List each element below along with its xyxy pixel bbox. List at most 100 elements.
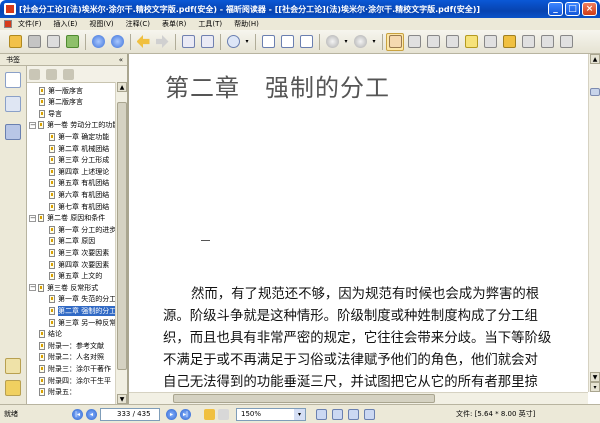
highlight-button[interactable]	[481, 33, 499, 51]
first-page-nav-button[interactable]: |◂	[72, 409, 83, 420]
zoom-field[interactable]: 150% ▾	[236, 408, 306, 421]
bookmark-item[interactable]: 第三章 次要因素	[49, 247, 109, 258]
first-page-button[interactable]	[89, 33, 107, 51]
bookmark-item[interactable]: − 第一卷 劳动分工的功能	[29, 120, 115, 131]
bookmark-item[interactable]: 附录四：涂尔干生平	[39, 375, 111, 386]
bookmark-item[interactable]: 第四章 上述理论	[49, 166, 109, 177]
bookmark-item[interactable]: 第二章 强制的分工	[49, 305, 115, 316]
continuous-facing-icon[interactable]	[364, 409, 375, 420]
print-button[interactable]	[44, 33, 62, 51]
bookmark-scrollbar[interactable]: ▲ ▼	[115, 82, 127, 404]
menu-form[interactable]: 表单(R)	[156, 19, 192, 29]
new-bookmark-icon[interactable]	[63, 68, 74, 80]
zoom-out-dropdown[interactable]: ▾	[342, 33, 350, 51]
bookmark-item[interactable]: − 第三卷 反常形式	[29, 282, 98, 293]
attachments-tab[interactable]	[5, 358, 21, 374]
collapse-toggle-icon[interactable]: −	[29, 121, 36, 129]
attach-button[interactable]	[538, 33, 556, 51]
next-page-nav-button[interactable]: ▸	[166, 409, 177, 420]
expand-all-icon[interactable]	[29, 68, 40, 80]
typewriter-button[interactable]	[443, 33, 461, 51]
bookmark-item[interactable]: 第二版序言	[39, 97, 83, 108]
bookmark-item[interactable]: − 第二卷 原因和条件	[29, 213, 105, 224]
image-button[interactable]	[557, 33, 575, 51]
prev-page-nav-button[interactable]: ◂	[86, 409, 97, 420]
bookmark-item[interactable]: 附录三：涂尔干著作	[39, 363, 111, 374]
fit-page-button[interactable]	[278, 33, 296, 51]
snapshot-button[interactable]	[424, 33, 442, 51]
single-page-button[interactable]	[259, 33, 277, 51]
pencil-button[interactable]	[500, 33, 518, 51]
horizontal-scrollbar[interactable]	[129, 392, 588, 404]
zoom-out-button[interactable]	[323, 33, 341, 51]
back-view-icon[interactable]	[204, 409, 215, 420]
continuous-view-icon[interactable]	[332, 409, 343, 420]
forward-button[interactable]	[153, 33, 171, 51]
bookmark-item[interactable]: 第一章 失范的分工	[49, 294, 115, 305]
last-page-nav-button[interactable]: ▸|	[180, 409, 191, 420]
pages-button[interactable]	[179, 33, 197, 51]
vertical-scrollbar[interactable]: ▲ ▼ ▾	[588, 54, 600, 392]
menu-view[interactable]: 视图(V)	[83, 19, 119, 29]
bookmark-item[interactable]: 第五章 有机团结	[49, 178, 109, 189]
minimize-button[interactable]: _	[548, 2, 563, 16]
bookmark-item[interactable]: 导言	[39, 108, 62, 119]
bookmark-item[interactable]: 第二章 机械团结	[49, 143, 109, 154]
note-button[interactable]	[462, 33, 480, 51]
bookmark-item[interactable]: 结论	[39, 329, 62, 340]
delete-bookmark-icon[interactable]	[46, 68, 57, 80]
pages-tab[interactable]	[5, 96, 21, 112]
bookmark-scroll-thumb[interactable]	[117, 102, 127, 370]
hand-tool-button[interactable]	[386, 32, 404, 51]
bookmark-item[interactable]: 第一章 分工的进步	[49, 224, 115, 235]
bookmark-item[interactable]: 第一章 确定功能	[49, 131, 109, 142]
document-view[interactable]: 第二章 强制的分工 然而，有了规范还不够，因为规范有时候也会成为弊害的根 源。阶…	[127, 54, 588, 404]
collapse-toggle-icon[interactable]: −	[29, 284, 36, 292]
maximize-button[interactable]: □	[565, 2, 580, 16]
bookmark-item[interactable]: 第六章 有机团结	[49, 189, 109, 200]
save-button[interactable]	[25, 33, 43, 51]
close-button[interactable]: ×	[582, 2, 597, 16]
select-text-button[interactable]	[405, 33, 423, 51]
back-button[interactable]	[134, 33, 152, 51]
bookmark-item[interactable]: 第七章 有机团结	[49, 201, 109, 212]
open-button[interactable]	[6, 33, 24, 51]
email-button[interactable]	[63, 33, 81, 51]
menu-help[interactable]: 帮助(H)	[228, 19, 265, 29]
rotate-button[interactable]	[198, 33, 216, 51]
fit-width-button[interactable]	[297, 33, 315, 51]
page-number-field[interactable]: 333 / 435	[100, 408, 160, 421]
zoom-in-button[interactable]	[351, 33, 369, 51]
bookmark-item[interactable]: 附录一：参考文献	[39, 340, 104, 351]
zoom-button[interactable]	[224, 33, 242, 51]
next-page-button[interactable]	[108, 33, 126, 51]
bookmarks-tab[interactable]	[5, 72, 21, 88]
bookmark-item[interactable]: 第二章 原因	[49, 236, 95, 247]
menu-insert[interactable]: 插入(E)	[48, 19, 84, 29]
bookmark-item[interactable]: 第三章 另一种反常	[49, 317, 115, 328]
zoom-dropdown[interactable]: ▾	[243, 33, 251, 51]
zoom-dropdown-arrow[interactable]: ▾	[294, 409, 305, 420]
bookmark-item[interactable]: 第三章 分工形成	[49, 155, 109, 166]
menu-comment[interactable]: 注释(C)	[120, 19, 156, 29]
horizontal-scroll-thumb[interactable]	[173, 394, 435, 403]
forward-view-icon[interactable]	[218, 409, 229, 420]
menu-file[interactable]: 文件(F)	[12, 19, 48, 29]
layers-tab[interactable]	[5, 124, 21, 140]
bookmark-item[interactable]: 第五章 上文的	[49, 271, 102, 282]
link-button[interactable]	[519, 33, 537, 51]
vertical-scroll-thumb[interactable]	[590, 88, 600, 96]
bookmark-item[interactable]: 附录二：人名对照	[39, 352, 104, 363]
bookmark-label: 第一版序言	[48, 86, 83, 95]
single-page-view-icon[interactable]	[316, 409, 327, 420]
collapse-toggle-icon[interactable]: −	[29, 214, 36, 222]
facing-view-icon[interactable]	[348, 409, 359, 420]
bookmark-item[interactable]: 第一版序言	[39, 85, 83, 96]
bookmark-item[interactable]: 附录五：	[39, 387, 76, 398]
bookmark-item[interactable]: 第四章 次要因素	[49, 259, 109, 270]
menu-tools[interactable]: 工具(T)	[192, 19, 228, 29]
collapse-sidebar-button[interactable]: «	[119, 54, 123, 66]
comments-tab[interactable]	[5, 380, 21, 396]
zoom-in-dropdown[interactable]: ▾	[370, 33, 378, 51]
text-line: 然而，有了规范还不够，因为规范有时候也会成为弊害的根	[191, 287, 540, 302]
